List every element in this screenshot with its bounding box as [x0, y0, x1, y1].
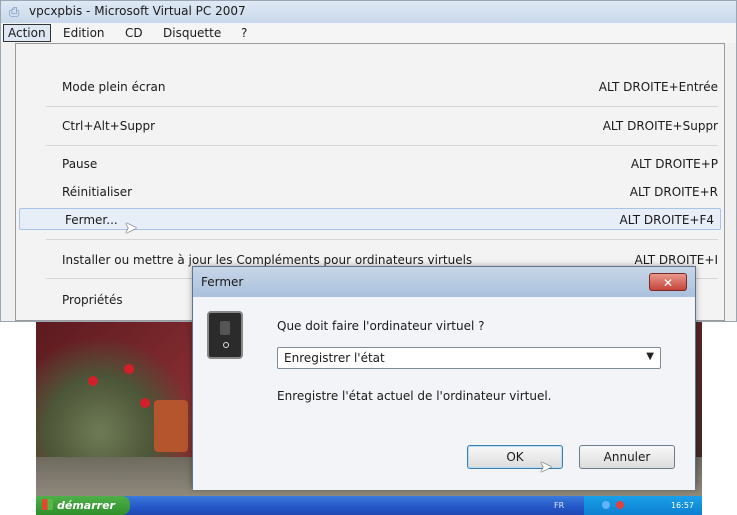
- menu-bar: Action Edition CD Disquette ?: [1, 23, 736, 43]
- chevron-down-icon[interactable]: ▼: [646, 351, 654, 362]
- menu-help[interactable]: ?: [237, 24, 251, 42]
- menu-item-shortcut: ALT DROITE+P: [630, 157, 718, 171]
- cancel-button[interactable]: Annuler: [579, 445, 675, 469]
- menu-separator: [46, 239, 718, 240]
- wallpaper-flower: [124, 364, 134, 374]
- title-bar: ⎙ vpcxpbis - Microsoft Virtual PC 2007: [1, 1, 736, 23]
- menu-item-label: Mode plein écran: [62, 80, 166, 94]
- dialog-body: Que doit faire l'ordinateur virtuel ? En…: [193, 297, 695, 490]
- menu-item-shortcut: ALT DROITE+Entrée: [598, 80, 718, 94]
- action-select[interactable]: Enregistrer l'état ▼: [277, 347, 661, 369]
- menu-item-label: Pause: [62, 157, 98, 171]
- clock: 16:57: [670, 501, 694, 510]
- wallpaper-flower: [88, 376, 98, 386]
- guest-taskbar: démarrer FR 16:57: [36, 496, 702, 515]
- switch-dot: [223, 342, 229, 348]
- menu-cd[interactable]: CD: [121, 24, 147, 42]
- virtual-pc-icon: ⎙: [9, 5, 20, 20]
- menu-item-fullscreen[interactable]: Mode plein écran ALT DROITE+Entrée: [16, 76, 724, 98]
- dialog-title-bar: Fermer ✕: [193, 267, 695, 297]
- windows-flag-icon: [42, 499, 53, 510]
- menu-item-label: Propriétés: [62, 293, 123, 307]
- menu-separator: [46, 106, 718, 107]
- close-icon[interactable]: ✕: [649, 273, 687, 291]
- menu-item-label: Fermer...: [65, 213, 118, 227]
- dialog-question: Que doit faire l'ordinateur virtuel ?: [277, 319, 485, 333]
- menu-item-pause[interactable]: Pause ALT DROITE+P: [16, 153, 724, 175]
- security-icon[interactable]: [615, 501, 624, 509]
- language-indicator[interactable]: FR: [554, 496, 564, 515]
- menu-item-label: Réinitialiser: [62, 185, 133, 199]
- mouse-pointer-icon: ➤: [539, 457, 553, 476]
- wallpaper-pot: [154, 400, 188, 452]
- window-title: vpcxpbis - Microsoft Virtual PC 2007: [29, 4, 246, 18]
- network-icon[interactable]: [602, 501, 610, 509]
- wallpaper-flower: [140, 398, 150, 408]
- menu-item-label: Ctrl+Alt+Suppr: [62, 119, 156, 133]
- mouse-pointer-icon: ➤: [124, 218, 138, 237]
- switch-nub: [220, 321, 230, 335]
- power-switch-icon: [207, 311, 243, 359]
- dialog-title: Fermer: [201, 275, 244, 289]
- menu-separator: [46, 145, 718, 146]
- start-button[interactable]: démarrer: [36, 496, 130, 515]
- start-label: démarrer: [57, 499, 115, 512]
- select-value: Enregistrer l'état: [284, 351, 385, 365]
- menu-item-shortcut: ALT DROITE+F4: [619, 213, 714, 227]
- menu-item-reset[interactable]: Réinitialiser ALT DROITE+R: [16, 181, 724, 203]
- menu-item-shortcut: ALT DROITE+Suppr: [602, 119, 718, 133]
- menu-disquette[interactable]: Disquette: [159, 24, 225, 42]
- close-dialog: Fermer ✕ Que doit faire l'ordinateur vir…: [192, 266, 696, 490]
- menu-action[interactable]: Action: [3, 24, 51, 42]
- menu-item-shortcut: ALT DROITE+R: [629, 185, 718, 199]
- menu-item-ctrl-alt-del[interactable]: Ctrl+Alt+Suppr ALT DROITE+Suppr: [16, 115, 724, 137]
- system-tray: FR 16:57: [554, 496, 702, 515]
- menu-edition[interactable]: Edition: [59, 24, 109, 42]
- dialog-description: Enregistre l'état actuel de l'ordinateur…: [277, 389, 552, 403]
